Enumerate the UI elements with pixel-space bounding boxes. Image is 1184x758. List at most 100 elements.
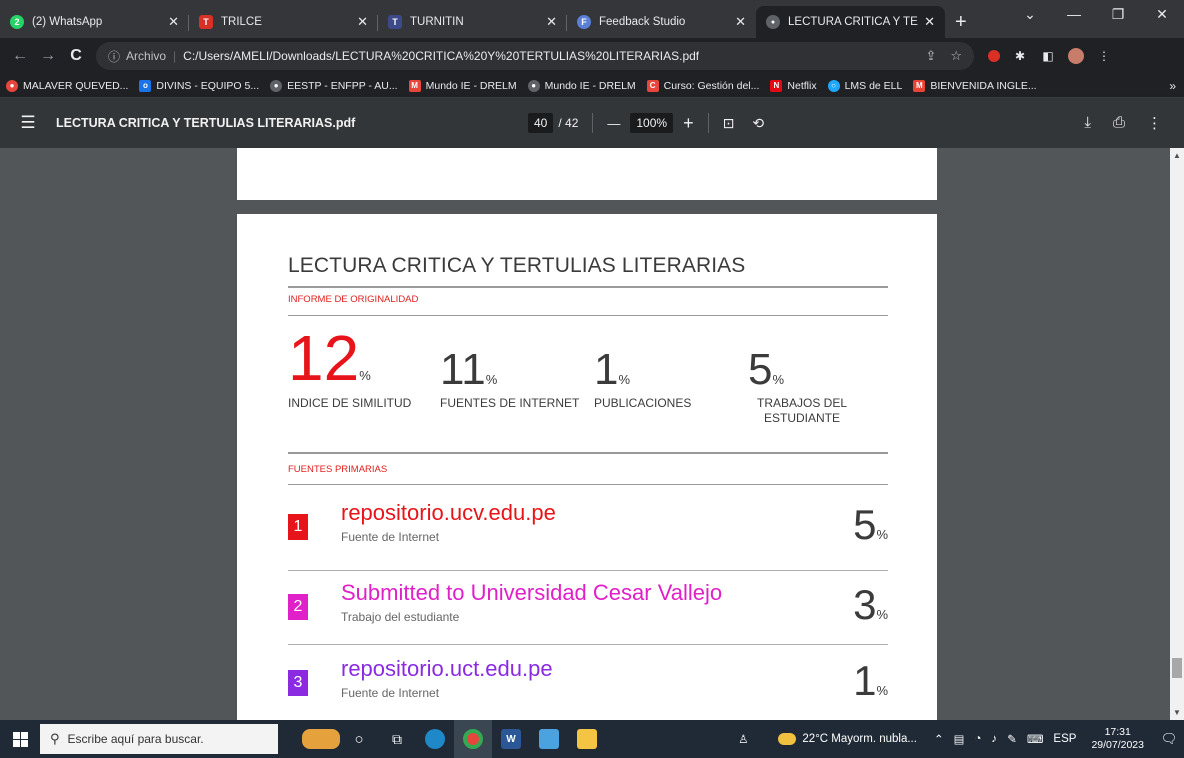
people-icon[interactable]: ♙ (738, 732, 748, 746)
source-row[interactable]: 1 repositorio.ucv.edu.pe Fuente de Inter… (288, 494, 888, 564)
reload-icon[interactable]: C (62, 47, 90, 65)
zoom-out-button[interactable]: — (607, 116, 620, 131)
pdf-viewport[interactable]: LECTURA CRITICA Y TERTULIAS LITERARIAS I… (0, 148, 1184, 720)
pdf-title: LECTURA CRITICA Y TERTULIAS LITERARIAS.p… (56, 116, 356, 130)
pdf-page: LECTURA CRITICA Y TERTULIAS LITERARIAS I… (237, 214, 937, 720)
tab-turnitin[interactable]: T TURNITIN ✕ (378, 6, 567, 38)
taskbar-task-view[interactable]: ⧉ (378, 720, 416, 758)
zoom-level-input[interactable]: 100% (630, 113, 674, 133)
source-name[interactable]: repositorio.uct.edu.pe (341, 656, 553, 682)
notification-icon[interactable]: 🗨 (1154, 731, 1184, 747)
browser-menu-icon[interactable]: ⋮ (1096, 48, 1112, 64)
tab-trilce[interactable]: T TRILCE ✕ (189, 6, 378, 38)
bookmark-item[interactable]: ● EESTP - ENFPP - AU... (270, 79, 398, 92)
tab-whatsapp[interactable]: 2 (2) WhatsApp ✕ (0, 6, 189, 38)
bookmarks-bar: ● MALAVER QUEVED... o DIVINS - EQUIPO 5...… (0, 74, 1184, 98)
scroll-down-icon[interactable]: ▼ (1173, 708, 1181, 717)
bookmark-item[interactable]: C Curso: Gestión del... (646, 79, 759, 92)
weather-widget[interactable]: 22°C Mayorm. nubla... (778, 733, 917, 745)
page-number-input[interactable]: 40 (528, 113, 554, 133)
windows-taskbar: ⚲ Escribe aquí para buscar. ○ ⧉ W ♙ 22°C… (0, 720, 1184, 758)
chrome-icon (463, 729, 483, 749)
wifi-icon[interactable]: ◔ (974, 733, 981, 745)
volume-icon[interactable]: ♪ (991, 733, 997, 745)
share-icon[interactable]: ⇪ (925, 48, 936, 64)
browser-toolbar: ← → C ⓘ Archivo | C:/Users/AMELI/Downloa… (0, 38, 1184, 74)
source-row[interactable]: 2 Submitted to Universidad Cesar Vallejo… (288, 574, 888, 644)
close-tab-icon[interactable]: ✕ (735, 14, 746, 30)
vertical-scrollbar[interactable]: ▲ ▼ (1170, 148, 1184, 720)
profile-avatar[interactable] (1068, 48, 1084, 64)
taskbar-cortana[interactable]: ○ (340, 720, 378, 758)
minimize-button[interactable]: — (1052, 0, 1096, 30)
bookmark-item[interactable]: M Mundo IE - DRELM (408, 79, 517, 92)
tab-feedback-studio[interactable]: F Feedback Studio ✕ (567, 6, 756, 38)
source-name[interactable]: repositorio.ucv.edu.pe (341, 500, 556, 526)
bookmark-label: LMS de ELL (844, 79, 903, 92)
keyboard-icon[interactable]: ⌨ (1027, 732, 1044, 746)
stat-label: FUENTES DE INTERNET (440, 396, 580, 410)
pen-icon[interactable]: ✎ (1007, 732, 1017, 746)
bookmark-icon: ● (527, 79, 540, 92)
taskbar-chrome[interactable] (454, 720, 492, 758)
bookmark-label: Netflix (787, 79, 817, 92)
source-name[interactable]: Submitted to Universidad Cesar Vallejo (341, 580, 722, 606)
download-icon[interactable]: ⤓ (1084, 114, 1091, 132)
close-tab-icon[interactable]: ✕ (357, 14, 368, 30)
extensions-puzzle-icon[interactable]: ✱ (1012, 48, 1028, 64)
zoom-in-button[interactable]: + (683, 113, 694, 134)
scrollbar-thumb[interactable] (1172, 658, 1182, 678)
language-indicator[interactable]: ESP (1053, 733, 1076, 745)
url-text[interactable]: C:/Users/AMELI/Downloads/LECTURA%20CRITI… (183, 49, 699, 63)
close-tab-icon[interactable]: ✕ (168, 14, 179, 30)
extension-shield-icon[interactable] (988, 50, 1000, 62)
gmail-icon: M (913, 79, 926, 92)
taskbar-search[interactable]: ⚲ Escribe aquí para buscar. (40, 724, 278, 754)
info-icon[interactable]: ⓘ (108, 48, 120, 65)
bookmark-star-icon[interactable]: ☆ (950, 48, 962, 64)
close-window-button[interactable]: ✕ (1140, 0, 1184, 30)
taskbar-edge[interactable] (416, 720, 454, 758)
forward-icon[interactable]: → (34, 47, 62, 65)
taskbar-file-explorer[interactable] (568, 720, 606, 758)
tab-search-icon[interactable]: ⌄ (1008, 0, 1052, 30)
fit-page-icon[interactable]: ⊡ (723, 115, 735, 132)
clock[interactable]: 17:31 29/07/2023 (1091, 726, 1144, 752)
source-rank-badge: 2 (288, 594, 308, 620)
print-icon[interactable]: ⎙ (1113, 114, 1125, 132)
back-icon[interactable]: ← (6, 47, 34, 65)
bookmark-icon: M (408, 79, 421, 92)
divider (288, 286, 888, 288)
source-row[interactable]: 3 repositorio.uct.edu.pe Fuente de Inter… (288, 650, 888, 720)
more-bookmarks-icon[interactable]: » (1169, 79, 1176, 93)
tab-lectura-critica[interactable]: ● LECTURA CRITICA Y TERTULI ✕ (756, 6, 945, 38)
trilce-icon: T (199, 15, 213, 29)
address-bar[interactable]: ⓘ Archivo | C:/Users/AMELI/Downloads/LEC… (96, 42, 974, 70)
side-panel-icon[interactable]: ◧ (1040, 48, 1056, 64)
start-button[interactable] (0, 720, 40, 758)
taskbar-widget[interactable] (302, 720, 340, 758)
bookmark-item[interactable]: ○ LMS de ELL (827, 79, 903, 92)
stat-value: 1 (594, 345, 619, 394)
maximize-button[interactable]: ❐ (1096, 0, 1140, 30)
bookmark-item[interactable]: N Netflix (770, 79, 817, 92)
new-tab-button[interactable]: + (955, 6, 967, 38)
stat-label: TRABAJOS DEL ESTUDIANTE (756, 396, 848, 425)
close-tab-icon[interactable]: ✕ (924, 14, 935, 30)
bookmark-item[interactable]: ● Mundo IE - DRELM (527, 79, 636, 92)
close-tab-icon[interactable]: ✕ (546, 14, 557, 30)
tab-title: Feedback Studio (599, 16, 686, 28)
rotate-icon[interactable]: ⟲ (752, 115, 764, 132)
show-hidden-icons-icon[interactable]: ⌃ (934, 732, 944, 746)
bookmark-item[interactable]: o DIVINS - EQUIPO 5... (139, 79, 259, 92)
scroll-up-icon[interactable]: ▲ (1173, 151, 1181, 160)
tab-title: (2) WhatsApp (32, 16, 103, 28)
taskbar-word[interactable]: W (492, 720, 530, 758)
more-options-icon[interactable]: ⋮ (1147, 114, 1162, 132)
hamburger-menu-icon[interactable]: ☰ (0, 113, 56, 133)
bookmark-item[interactable]: ● MALAVER QUEVED... (6, 79, 128, 92)
divider (288, 315, 888, 316)
taskbar-photos[interactable] (530, 720, 568, 758)
network-icon[interactable]: ▤ (954, 732, 965, 746)
bookmark-item[interactable]: M BIENVENIDA INGLE... (913, 79, 1037, 92)
